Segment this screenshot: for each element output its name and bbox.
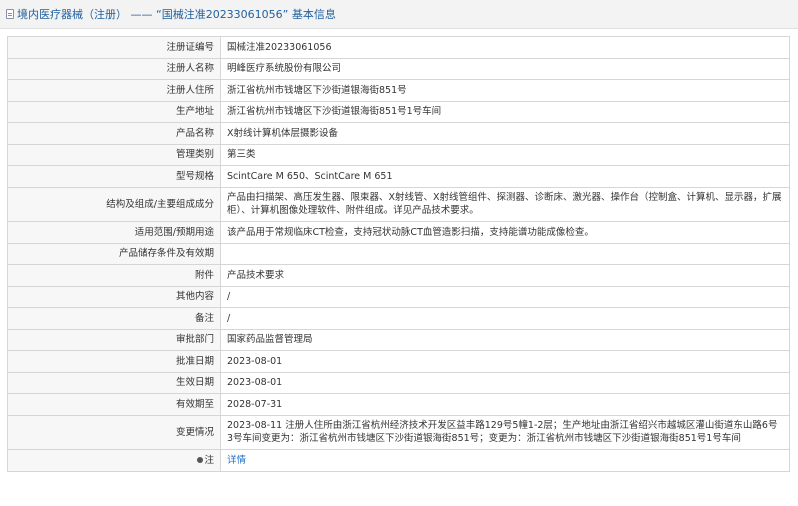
row-label: 管理类别 bbox=[7, 143, 221, 166]
row-value: 2028-07-31 bbox=[220, 393, 790, 416]
table-row: 附件 产品技术要求 bbox=[7, 264, 790, 287]
row-label: 变更情况 bbox=[7, 414, 221, 450]
row-value: 明峰医疗系统股份有限公司 bbox=[220, 57, 790, 80]
table-row: 管理类别 第三类 bbox=[7, 143, 790, 166]
row-label: 结构及组成/主要组成成分 bbox=[7, 186, 221, 222]
row-value: 2023-08-11 注册人住所由浙江省杭州经济技术开发区益丰路129号5幢1-… bbox=[220, 414, 790, 450]
row-label: 审批部门 bbox=[7, 328, 221, 351]
row-label: 注册人住所 bbox=[7, 79, 221, 102]
row-label: 生效日期 bbox=[7, 371, 221, 394]
row-value: / bbox=[220, 307, 790, 330]
row-label: 适用范围/预期用途 bbox=[7, 221, 221, 244]
table-row: 注册证编号 国械注准20233061056 bbox=[7, 36, 790, 59]
row-label: 注册证编号 bbox=[7, 36, 221, 59]
row-label: 批准日期 bbox=[7, 350, 221, 373]
row-label: 产品名称 bbox=[7, 122, 221, 145]
table-row: 备注 / bbox=[7, 307, 790, 330]
row-value: 2023-08-01 bbox=[220, 371, 790, 394]
note-label: 注 bbox=[204, 454, 214, 466]
table-row: 审批部门 国家药品监督管理局 bbox=[7, 328, 790, 351]
table-row: 其他内容 / bbox=[7, 285, 790, 308]
row-label: 备注 bbox=[7, 307, 221, 330]
row-value: 浙江省杭州市钱塘区下沙街道银海街851号 bbox=[220, 79, 790, 102]
page-title: 境内医疗器械（注册） —— “国械注准20233061056” 基本信息 bbox=[17, 8, 336, 21]
row-value bbox=[220, 242, 790, 265]
row-value: / bbox=[220, 285, 790, 308]
row-value: X射线计算机体层摄影设备 bbox=[220, 122, 790, 145]
table-row: 生效日期 2023-08-01 bbox=[7, 371, 790, 394]
row-value: 国家药品监督管理局 bbox=[220, 328, 790, 351]
note-icon bbox=[197, 457, 204, 464]
note-value-cell: 详情 bbox=[220, 449, 790, 472]
row-value: ScintCare M 650、ScintCare M 651 bbox=[220, 165, 790, 188]
details-link[interactable]: 详情 bbox=[227, 455, 246, 466]
row-label: 其他内容 bbox=[7, 285, 221, 308]
row-value: 产品技术要求 bbox=[220, 264, 790, 287]
row-value: 浙江省杭州市钱塘区下沙街道银海街851号1号车间 bbox=[220, 100, 790, 123]
table-row: 生产地址 浙江省杭州市钱塘区下沙街道银海街851号1号车间 bbox=[7, 100, 790, 123]
row-label: 有效期至 bbox=[7, 393, 221, 416]
row-label: 附件 bbox=[7, 264, 221, 287]
row-value: 该产品用于常规临床CT检查，支持冠状动脉CT血管造影扫描，支持能谱功能成像检查。 bbox=[220, 221, 790, 244]
row-value: 第三类 bbox=[220, 143, 790, 166]
row-value: 产品由扫描架、高压发生器、限束器、X射线管、X射线管组件、探测器、诊断床、激光器… bbox=[220, 186, 790, 222]
table-row: 适用范围/预期用途 该产品用于常规临床CT检查，支持冠状动脉CT血管造影扫描，支… bbox=[7, 221, 790, 244]
table-row: 有效期至 2028-07-31 bbox=[7, 393, 790, 416]
table-row: 产品储存条件及有效期 bbox=[7, 242, 790, 265]
table-row: 型号规格 ScintCare M 650、ScintCare M 651 bbox=[7, 165, 790, 188]
row-label: 生产地址 bbox=[7, 100, 221, 123]
page-header: 境内医疗器械（注册） —— “国械注准20233061056” 基本信息 bbox=[0, 0, 798, 29]
info-table: 注册证编号 国械注准20233061056 注册人名称 明峰医疗系统股份有限公司… bbox=[7, 36, 790, 472]
table-row: 结构及组成/主要组成成分 产品由扫描架、高压发生器、限束器、X射线管、X射线管组… bbox=[7, 186, 790, 222]
table-row: 注册人住所 浙江省杭州市钱塘区下沙街道银海街851号 bbox=[7, 79, 790, 102]
note-label-cell: 注 bbox=[7, 449, 221, 472]
document-icon bbox=[6, 9, 14, 19]
row-value: 2023-08-01 bbox=[220, 350, 790, 373]
table-row: 产品名称 X射线计算机体层摄影设备 bbox=[7, 122, 790, 145]
table-row: 变更情况 2023-08-11 注册人住所由浙江省杭州经济技术开发区益丰路129… bbox=[7, 414, 790, 450]
row-value: 国械注准20233061056 bbox=[220, 36, 790, 59]
row-label: 型号规格 bbox=[7, 165, 221, 188]
row-label: 产品储存条件及有效期 bbox=[7, 242, 221, 265]
note-row: 注 详情 bbox=[7, 449, 790, 472]
table-row: 注册人名称 明峰医疗系统股份有限公司 bbox=[7, 57, 790, 80]
table-row: 批准日期 2023-08-01 bbox=[7, 350, 790, 373]
row-label: 注册人名称 bbox=[7, 57, 221, 80]
